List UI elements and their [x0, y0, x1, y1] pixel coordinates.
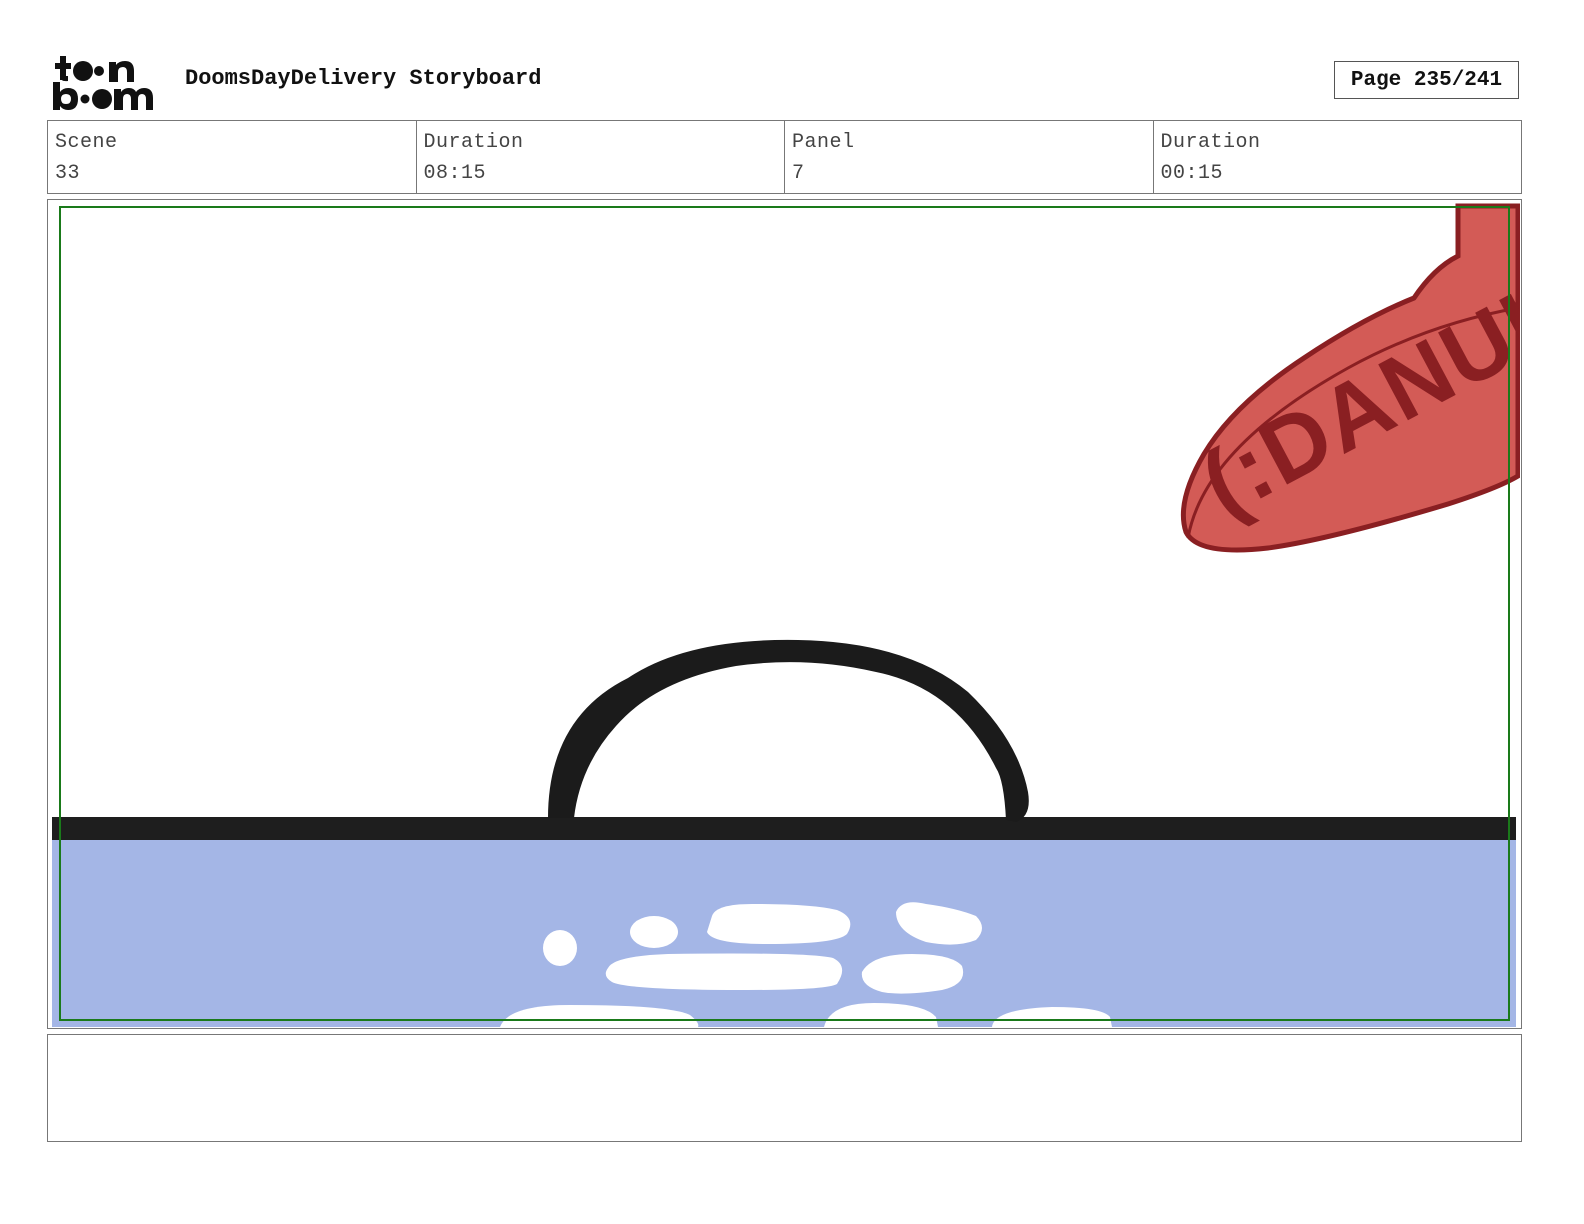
panel-duration-cell: Duration 00:15 — [1154, 121, 1522, 193]
scene-info-table: Scene 33 Duration 08:15 Panel 7 Duration… — [47, 120, 1522, 194]
danuke-sign: (:DANUKE — [1180, 203, 1520, 553]
scene-duration-cell: Duration 08:15 — [417, 121, 785, 193]
panel-cell: Panel 7 — [785, 121, 1154, 193]
panel-drawing: (:DANUKE — [52, 203, 1520, 1027]
document-title: DoomsDayDelivery Storyboard — [185, 66, 542, 91]
storyboard-panel: (:DANUKE — [47, 199, 1522, 1029]
ground-line — [52, 817, 1516, 840]
scene-value: 33 — [55, 162, 81, 185]
panel-duration-label: Duration — [1160, 131, 1261, 154]
toon-boom-logo — [53, 56, 153, 110]
panel-notes-box[interactable] — [47, 1034, 1522, 1142]
dome-outline — [548, 639, 1029, 822]
page-indicator: Page 235/241 — [1334, 61, 1519, 99]
panel-duration-value: 00:15 — [1160, 162, 1224, 185]
scene-duration-label: Duration — [423, 131, 524, 154]
scene-cell: Scene 33 — [48, 121, 417, 193]
scene-duration-value: 08:15 — [423, 162, 487, 185]
scene-label: Scene — [55, 131, 118, 154]
panel-label: Panel — [792, 131, 855, 154]
panel-value: 7 — [792, 162, 805, 185]
